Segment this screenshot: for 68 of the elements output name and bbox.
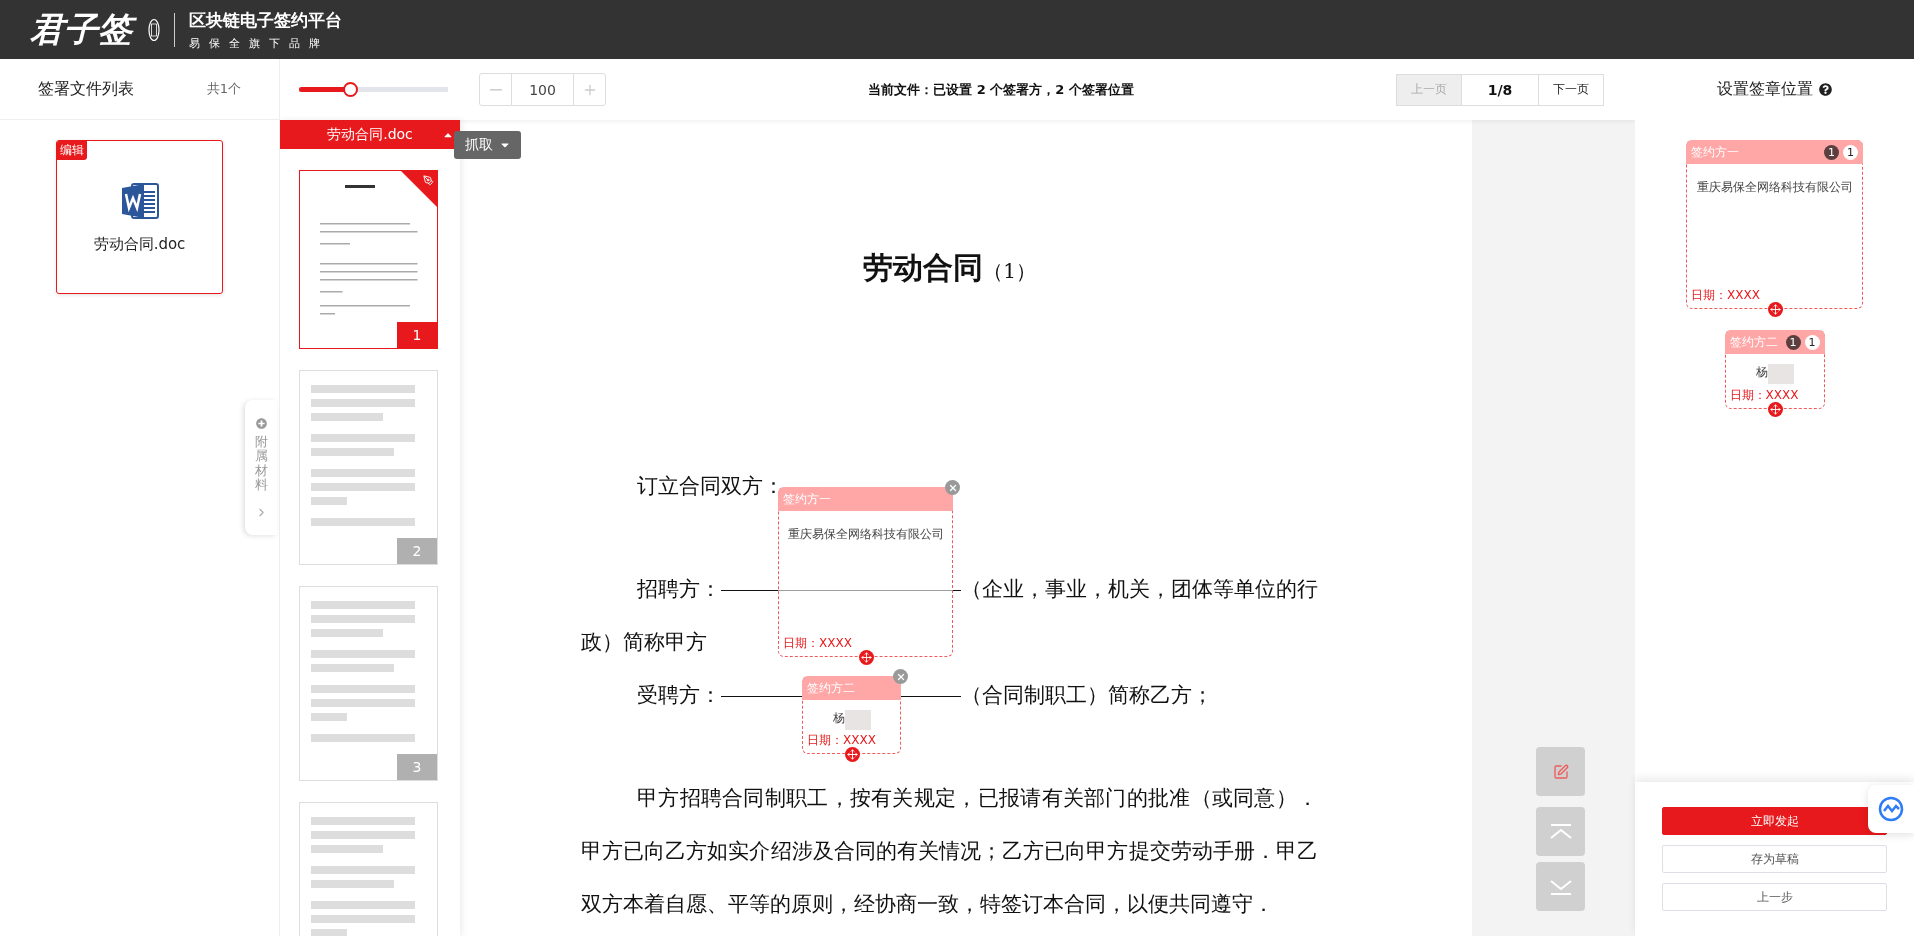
file-count: 共1个 [206, 80, 241, 98]
document-title: 劳动合同（1） [862, 249, 1037, 287]
close-button[interactable] [945, 480, 960, 495]
count-badge: 1 [1785, 334, 1801, 350]
to-bottom-icon [1548, 877, 1573, 896]
count-badge: 1 [1824, 144, 1839, 160]
company-name: 杨 [1755, 364, 1768, 381]
signature-box[interactable]: 签约方二 1 1 杨 日期：XXXX [1724, 330, 1825, 409]
action-button[interactable]: 立即发起 [1662, 807, 1887, 835]
minus-icon [489, 88, 502, 91]
logo-text: 君子签 [26, 7, 140, 52]
page-number: 2 [397, 538, 437, 564]
sign-date: 日期：XXXX [1690, 287, 1761, 304]
move-handle[interactable] [844, 747, 860, 762]
company-name: 杨 [832, 710, 845, 727]
grab-button[interactable]: 抓取 [454, 131, 521, 159]
word-file-icon [119, 180, 160, 221]
company-name: 重庆易保全网络科技有限公司 [1696, 179, 1853, 196]
sign-date: 日期：XXXX [806, 732, 877, 749]
edit-badge[interactable]: 编辑 [57, 141, 87, 160]
close-icon [895, 671, 906, 682]
move-icon [1769, 404, 1781, 415]
status-text: 当前文件：已设置 2 个签署方，2 个签署位置 [867, 80, 1135, 99]
file-name: 劳动合同.doc [93, 234, 186, 254]
close-button[interactable] [893, 669, 908, 684]
page-thumbnail[interactable]: 1 [299, 170, 438, 349]
help-icon[interactable] [1819, 83, 1832, 96]
platform-name: 区块链电子签约平台 [189, 8, 342, 32]
move-icon [860, 652, 872, 663]
count-badge: 1 [1843, 144, 1858, 160]
signer-name: 签约方二 [1729, 333, 1779, 351]
signature-box[interactable]: 签约方一 重庆易保全网络科技有限公司 日期：XXXX [778, 487, 953, 657]
seal-icon [148, 17, 160, 42]
signer-name: 签约方二 [807, 679, 856, 697]
move-handle[interactable] [1767, 402, 1783, 417]
action-button[interactable]: 存为草稿 [1662, 845, 1887, 873]
file-card[interactable]: 编辑 劳动合同.doc [56, 140, 223, 294]
company-name: 重庆易保全网络科技有限公司 [787, 526, 944, 543]
assistant-button[interactable] [1868, 785, 1914, 833]
file-tab[interactable]: 劳动合同.doc [280, 120, 460, 149]
panel-title: 签署文件列表 [38, 78, 134, 100]
slider-thumb[interactable] [343, 82, 359, 97]
move-handle[interactable] [858, 650, 874, 665]
page-number: 1 [397, 322, 437, 348]
signer-name: 签约方一 [1691, 143, 1740, 161]
move-icon [1769, 304, 1781, 315]
tagline: 易保全旗下品牌 [189, 35, 330, 51]
file-tab-title: 劳动合同.doc [327, 125, 413, 144]
close-icon [947, 482, 958, 493]
sign-date: 日期：XXXX [1728, 387, 1800, 404]
count-badge: 1 [1804, 334, 1820, 350]
add-icon [255, 418, 267, 429]
signature-box[interactable]: 签约方一 1 1 重庆易保全网络科技有限公司 日期：XXXX [1686, 140, 1863, 309]
to-top-icon [1548, 822, 1573, 841]
page-number: 3 [397, 754, 437, 780]
sign-date: 日期：XXXX [782, 635, 853, 652]
zoom-input[interactable]: 100 [512, 73, 573, 106]
move-handle[interactable] [1767, 302, 1783, 317]
signature-box[interactable]: 签约方二 杨 日期：XXXX [802, 676, 901, 754]
signer-name: 签约方一 [783, 490, 832, 508]
action-button[interactable]: 上一步 [1662, 883, 1887, 911]
move-icon [846, 749, 858, 760]
panel-title: 设置签章位置 [1717, 79, 1813, 100]
document-paragraph: 甲方招聘合同制职工，按有关规定，已报请有关部门的批准（或同意）．甲方已向乙方如实介绍涉及合同的有关情况；乙方已向甲方提交劳动手册．甲乙双方本着自愿、平等的原则，经协商一致，特签订本合同，以便共同遵守． [581, 785, 1318, 918]
edit-icon [1552, 763, 1569, 780]
assistant-logo-icon [1878, 796, 1904, 822]
pen-icon [423, 175, 434, 186]
attachment-label: 附属材料 [254, 435, 268, 493]
